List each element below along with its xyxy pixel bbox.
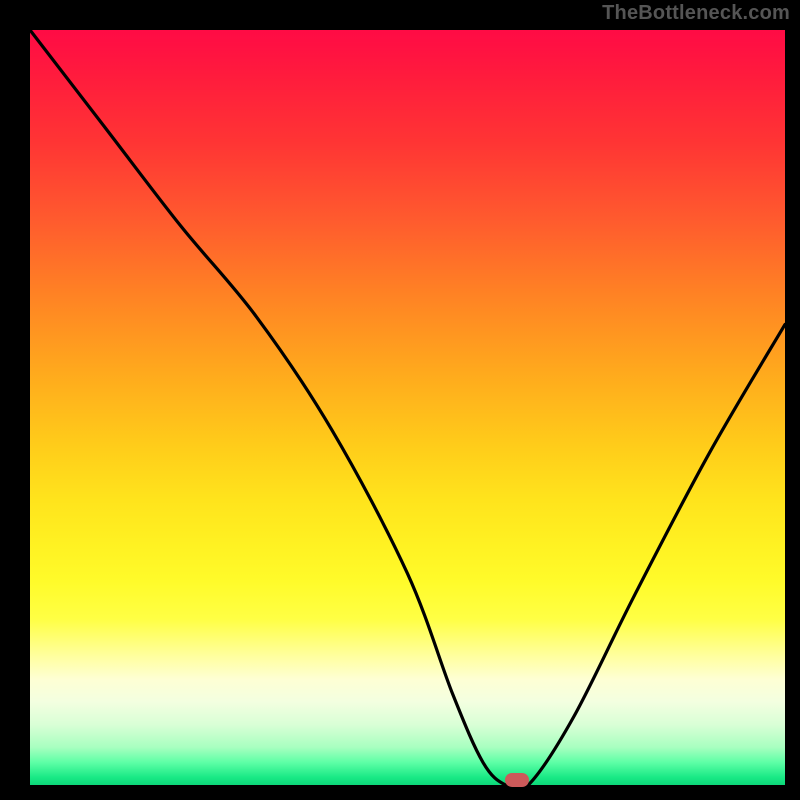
watermark-text: TheBottleneck.com — [602, 2, 790, 25]
plot-area — [30, 30, 785, 785]
optimal-point-marker — [505, 773, 529, 787]
curve-path — [30, 30, 785, 791]
chart-frame: TheBottleneck.com — [0, 0, 800, 800]
bottleneck-curve — [30, 30, 785, 785]
